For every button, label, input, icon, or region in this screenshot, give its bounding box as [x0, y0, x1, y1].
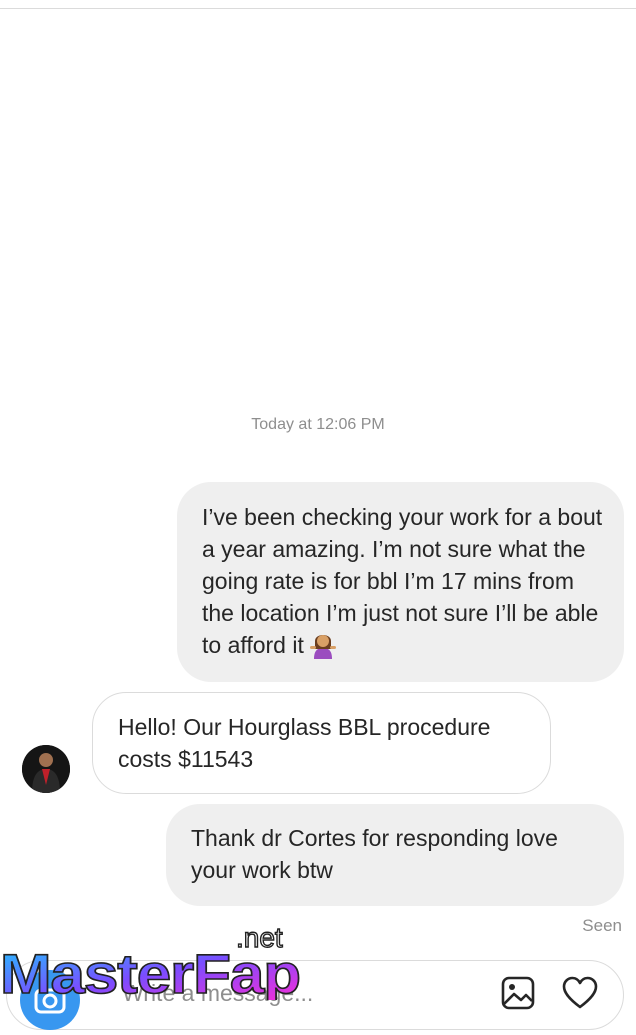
- incoming-message-bubble[interactable]: Hello! Our Hourglass BBL procedure costs…: [92, 692, 551, 794]
- thread-timestamp: Today at 12:06 PM: [251, 416, 385, 433]
- seen-status: Seen: [582, 916, 622, 935]
- outgoing-message-bubble[interactable]: I’ve been checking your work for a bout …: [177, 482, 624, 682]
- watermark-text: MasterFap: [0, 942, 300, 1000]
- woman-shrugging-emoji-icon: [309, 635, 336, 659]
- heart-icon[interactable]: [562, 976, 598, 1010]
- outgoing-message-bubble[interactable]: Thank dr Cortes for responding love your…: [166, 804, 624, 906]
- message-text: Hello! Our Hourglass BBL procedure costs…: [118, 714, 491, 772]
- message-text: I’ve been checking your work for a bout …: [202, 504, 603, 658]
- message-text: Thank dr Cortes for responding love your…: [191, 825, 558, 883]
- watermark-logo: .net MasterFap: [0, 921, 302, 1000]
- image-icon[interactable]: [501, 976, 535, 1010]
- top-divider: [0, 0, 636, 9]
- sender-avatar[interactable]: [22, 745, 70, 793]
- person-avatar-icon: [22, 745, 70, 793]
